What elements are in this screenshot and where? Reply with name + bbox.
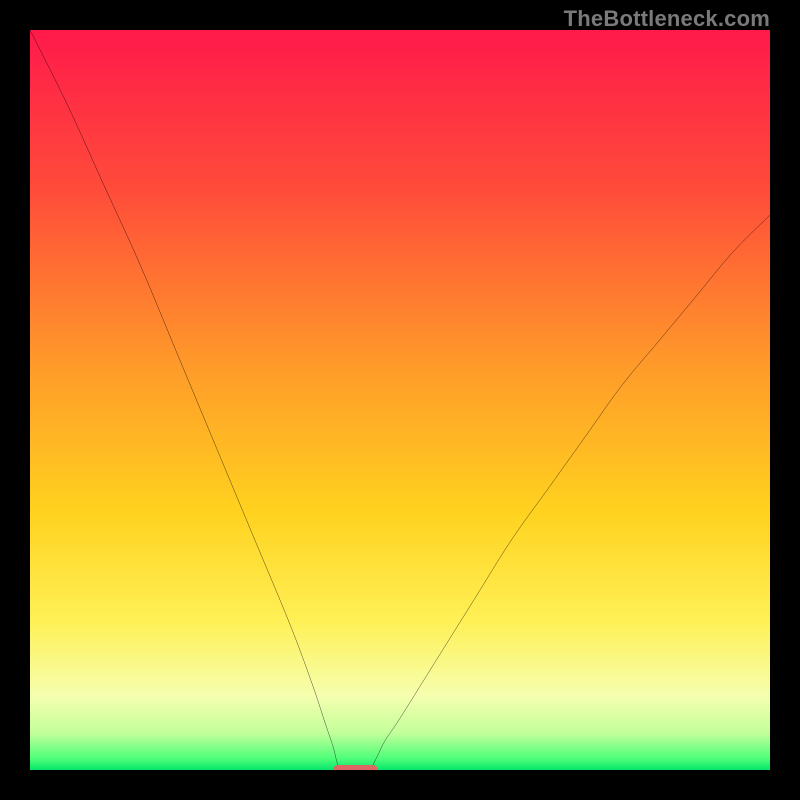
chart-plot-area <box>30 30 770 770</box>
right-curve-path <box>370 215 770 770</box>
chart-curves <box>30 30 770 770</box>
left-curve-path <box>30 30 341 770</box>
watermark-text: TheBottleneck.com <box>564 6 770 32</box>
optimal-range-marker <box>333 765 377 770</box>
